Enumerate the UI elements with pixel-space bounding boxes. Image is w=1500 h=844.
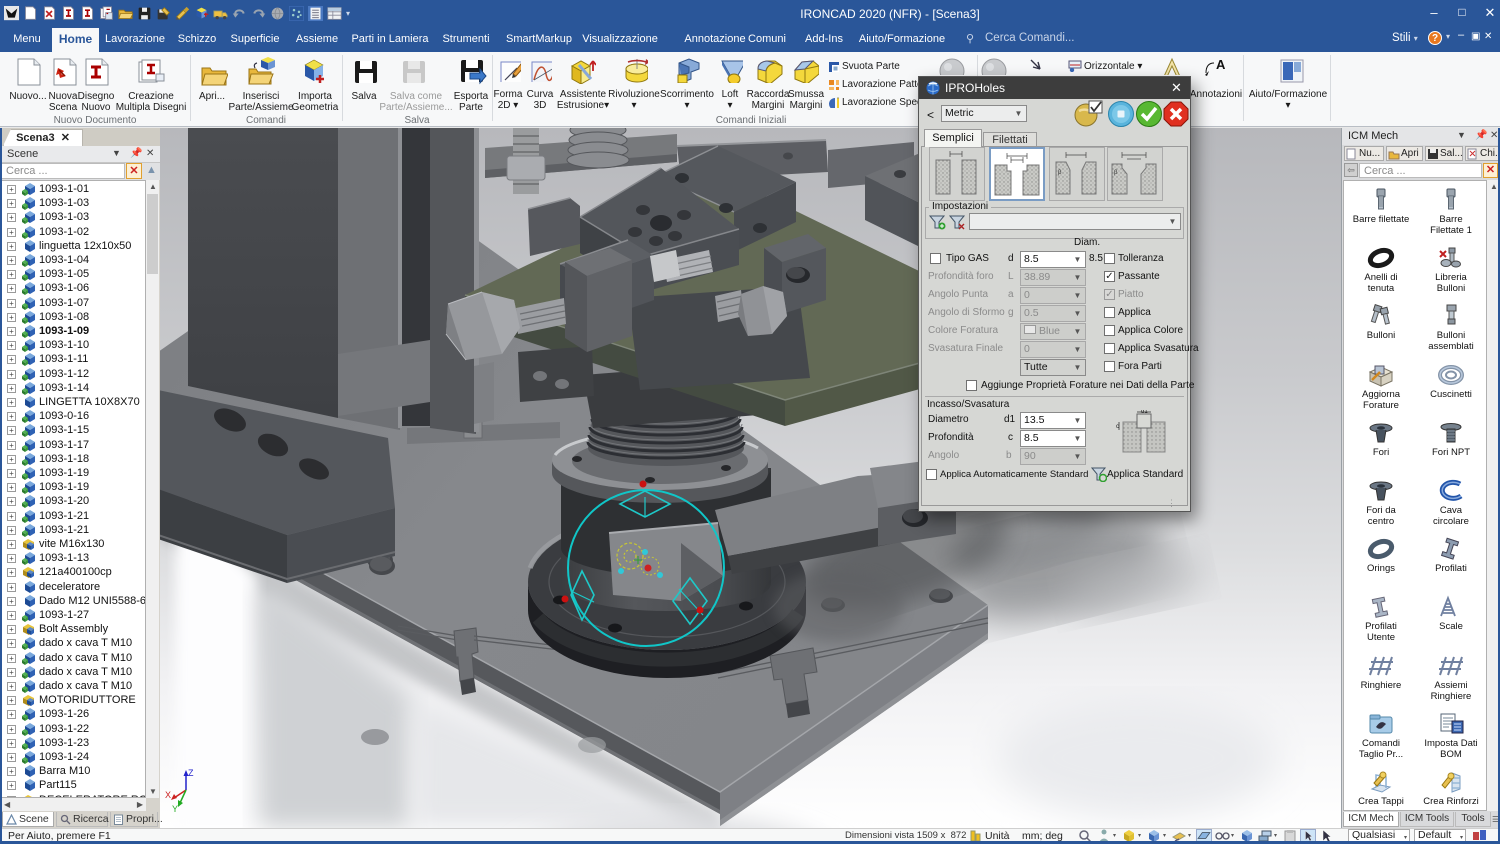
svg-text:β: β bbox=[1058, 170, 1062, 176]
svg-text:Z: Z bbox=[188, 768, 194, 778]
svg-text:A: A bbox=[1216, 57, 1226, 72]
svg-text:d1: d1 bbox=[1141, 410, 1148, 415]
svg-text:Y: Y bbox=[172, 804, 178, 814]
svg-text:β: β bbox=[1114, 170, 1118, 176]
svg-text:X: X bbox=[165, 790, 171, 800]
svg-text:c: c bbox=[1116, 424, 1119, 430]
